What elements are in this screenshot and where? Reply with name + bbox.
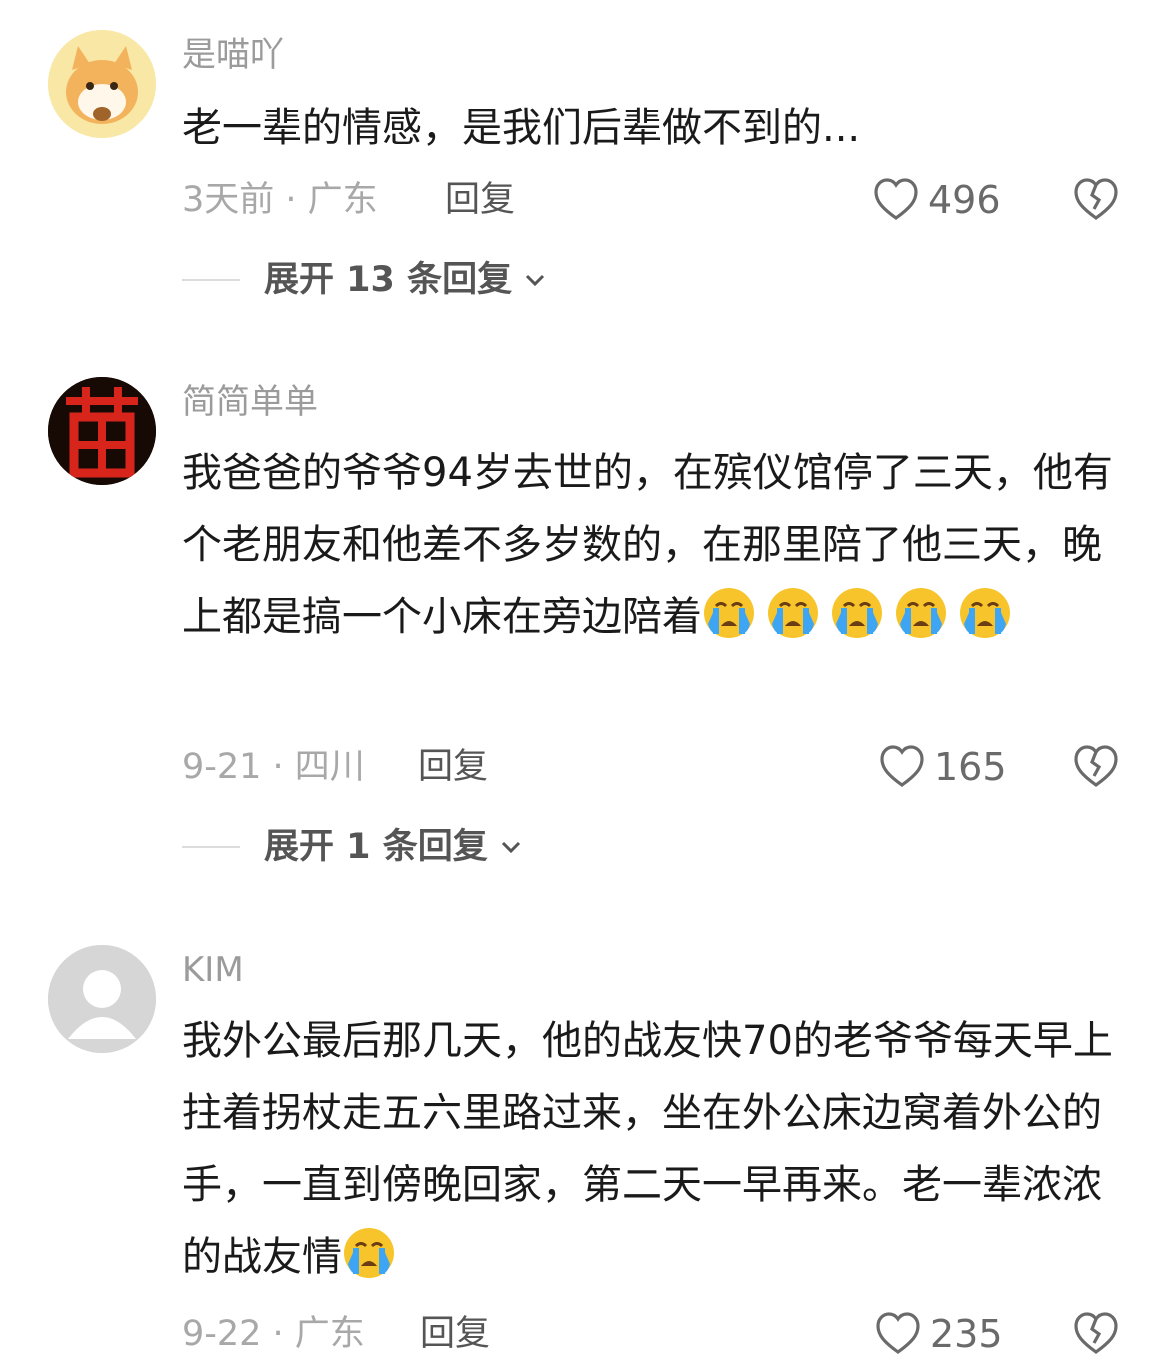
heart-outline-icon (872, 176, 920, 224)
divider-line (182, 279, 240, 281)
heart-outline-icon (874, 1310, 922, 1358)
reply-button[interactable]: 回复 (420, 1314, 490, 1354)
default-user-avatar-icon (48, 945, 156, 1053)
like-count: 235 (930, 1312, 1003, 1356)
expand-replies-label: 展开 13 条回复 (264, 260, 513, 300)
comment-text: 我爸爸的爷爷94岁去世的，在殡仪馆停了三天，他有个老朋友和他差不多岁数的，在那里… (182, 437, 1132, 653)
expand-replies-button[interactable]: 展开 1 条回复 (182, 827, 524, 867)
like-button[interactable]: 165 (878, 743, 1007, 791)
expand-replies-label: 展开 1 条回复 (264, 827, 488, 867)
crying-emoji-icon (830, 586, 884, 640)
expand-replies-button[interactable]: 展开 13 条回复 (182, 260, 548, 300)
reply-button[interactable]: 回复 (418, 747, 488, 787)
username[interactable]: KIM (182, 950, 244, 990)
crying-emoji-icon (766, 586, 820, 640)
broken-heart-icon[interactable] (1072, 176, 1120, 224)
divider-line (182, 846, 240, 848)
like-button[interactable]: 496 (872, 176, 1001, 224)
broken-heart-icon[interactable] (1072, 743, 1120, 791)
timestamp-location: 9-22 · 广东 (182, 1314, 365, 1354)
heart-outline-icon (878, 743, 926, 791)
comment-text: 我外公最后那几天，他的战友快70的老爷爷每天早上拄着拐杖走五六里路过来，坐在外公… (182, 1005, 1132, 1293)
avatar[interactable] (48, 30, 156, 138)
comment-text: 老一辈的情感，是我们后辈做不到的... (182, 92, 1132, 164)
comment-text-body: 老一辈的情感，是我们后辈做不到的... (182, 105, 861, 151)
like-count: 165 (934, 745, 1007, 789)
avatar[interactable] (48, 377, 156, 485)
timestamp-location: 3天前 · 广东 (182, 180, 378, 220)
chevron-down-icon (526, 274, 545, 287)
username[interactable]: 是喵吖 (182, 35, 284, 75)
crying-emoji-icon (894, 586, 948, 640)
cat-avatar-icon (48, 30, 156, 138)
broken-heart-icon[interactable] (1072, 1310, 1120, 1358)
comment-text-body: 我外公最后那几天，他的战友快70的老爷爷每天早上拄着拐杖走五六里路过来，坐在外公… (182, 1018, 1113, 1280)
like-button[interactable]: 235 (874, 1310, 1003, 1358)
timestamp-location: 9-21 · 四川 (182, 747, 365, 787)
username[interactable]: 简简单单 (182, 382, 318, 422)
avatar[interactable] (48, 945, 156, 1053)
like-count: 496 (928, 178, 1001, 222)
crying-emoji-icon (342, 1226, 396, 1280)
red-character-avatar-icon (48, 377, 156, 485)
crying-emoji-icon (958, 586, 1012, 640)
crying-emoji-icon (702, 586, 756, 640)
chevron-down-icon (501, 841, 520, 854)
reply-button[interactable]: 回复 (445, 180, 515, 220)
